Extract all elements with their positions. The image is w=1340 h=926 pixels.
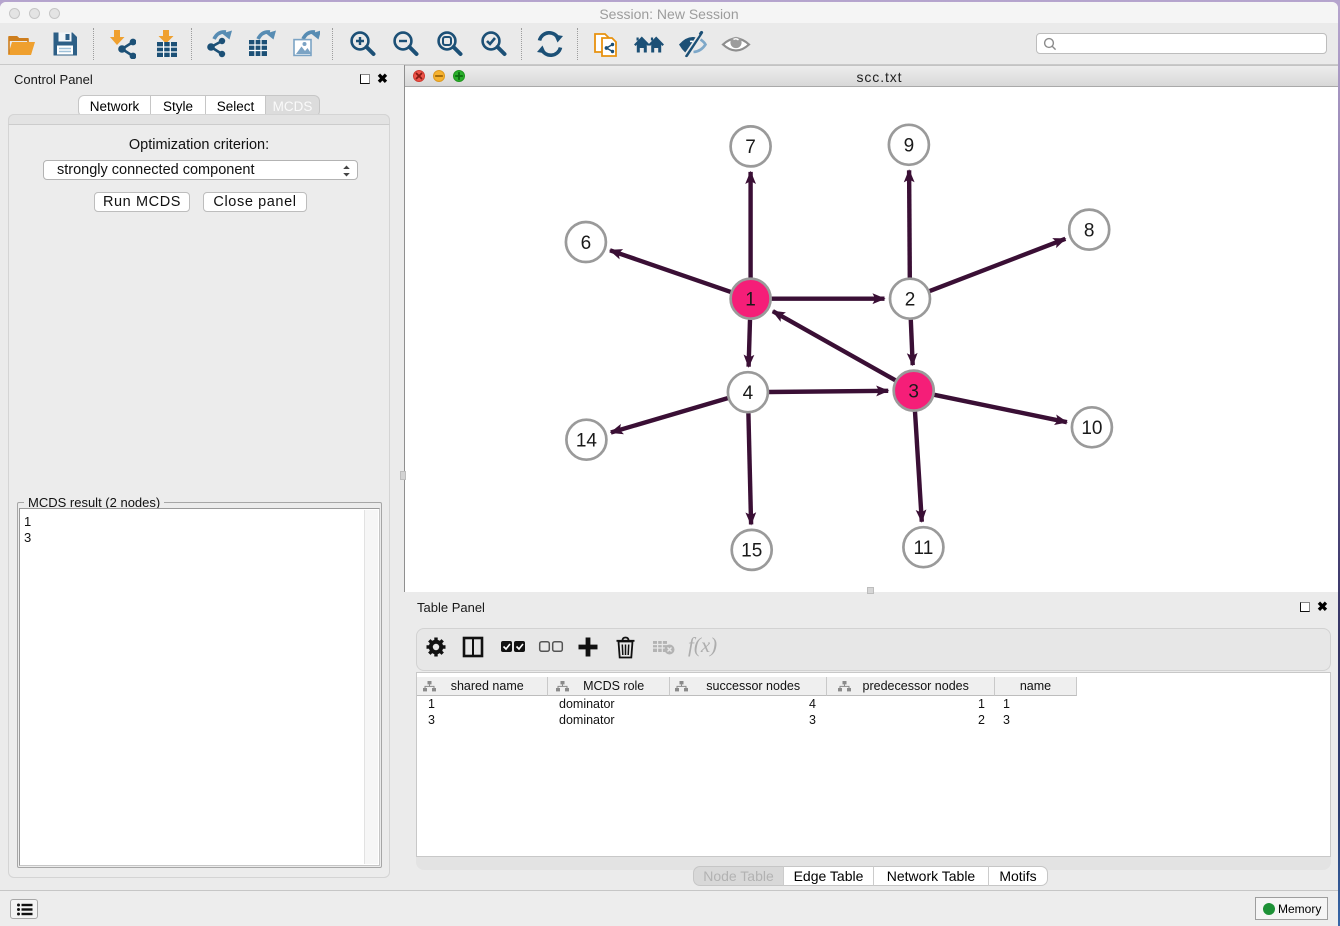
- svg-text:9: 9: [904, 136, 915, 157]
- svg-text:10: 10: [1081, 418, 1102, 439]
- svg-text:14: 14: [576, 431, 598, 452]
- svg-text:1: 1: [745, 290, 756, 311]
- svg-text:8: 8: [1084, 220, 1095, 241]
- svg-text:2: 2: [905, 290, 916, 311]
- svg-text:11: 11: [914, 538, 934, 559]
- svg-text:3: 3: [908, 381, 919, 402]
- svg-text:6: 6: [581, 233, 592, 254]
- svg-text:15: 15: [741, 541, 762, 562]
- svg-text:7: 7: [745, 137, 756, 158]
- svg-text:4: 4: [743, 383, 754, 404]
